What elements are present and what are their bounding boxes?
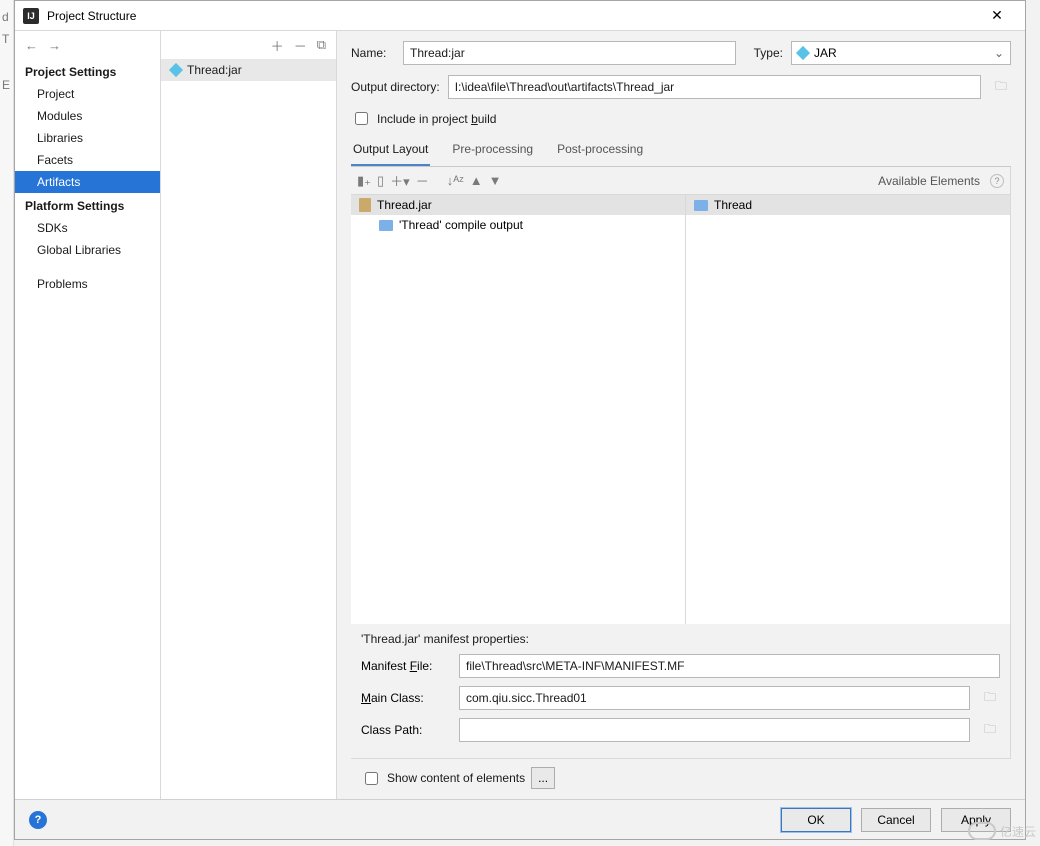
nav-item-sdks[interactable]: SDKs xyxy=(15,217,160,239)
cancel-button[interactable]: Cancel xyxy=(861,808,931,832)
chevron-down-icon: ⌄ xyxy=(994,46,1004,60)
manifest-title: 'Thread.jar' manifest properties: xyxy=(361,632,1000,646)
nav-section-platform: Platform Settings xyxy=(15,193,160,217)
nav-item-artifacts[interactable]: Artifacts xyxy=(15,171,160,193)
copy-icon[interactable]: ⧉ xyxy=(317,37,326,53)
type-value: JAR xyxy=(814,46,837,60)
new-folder-icon[interactable]: ▮₊ xyxy=(357,173,371,189)
ok-button[interactable]: OK xyxy=(781,808,851,832)
help-button[interactable]: ? xyxy=(29,811,47,829)
dialog-footer: ? OK Cancel Apply xyxy=(15,799,1025,839)
artifact-icon xyxy=(169,63,183,77)
back-icon[interactable]: ← xyxy=(25,38,38,53)
nav-sidebar: ← → Project Settings ProjectModulesLibra… xyxy=(15,31,161,799)
manifest-file-label: Manifest File: xyxy=(361,659,451,673)
nav-item-global-libraries[interactable]: Global Libraries xyxy=(15,239,160,261)
new-archive-icon[interactable]: ▯ xyxy=(377,173,384,189)
show-content-label: Show content of elements xyxy=(387,771,525,785)
type-label: Type: xyxy=(754,46,783,60)
module-icon xyxy=(694,200,708,211)
tree-root-label: Thread.jar xyxy=(377,198,432,212)
show-content-options-button[interactable]: ... xyxy=(531,767,555,789)
move-up-icon[interactable]: ▲ xyxy=(470,173,483,188)
tree-root[interactable]: Thread.jar xyxy=(351,195,685,215)
tab-pre-processing[interactable]: Pre-processing xyxy=(450,136,535,166)
include-label: Include in project build xyxy=(377,112,496,126)
artifact-list-panel: ＋ － ⧉ Thread:jar xyxy=(161,31,337,799)
editor-gutter: dTE xyxy=(0,0,14,846)
manifest-panel: 'Thread.jar' manifest properties: Manife… xyxy=(351,624,1010,758)
tab-post-processing[interactable]: Post-processing xyxy=(555,136,645,166)
window-title: Project Structure xyxy=(47,9,977,23)
class-path-label: Class Path: xyxy=(361,723,451,737)
outdir-input[interactable] xyxy=(448,75,981,99)
project-structure-dialog: IJ Project Structure ✕ ← → Project Setti… xyxy=(14,0,1026,840)
tab-output-layout[interactable]: Output Layout xyxy=(351,136,430,166)
move-down-icon[interactable]: ▼ xyxy=(489,173,502,188)
browse-path-icon[interactable]: 🗀 xyxy=(978,719,1000,741)
close-button[interactable]: ✕ xyxy=(977,7,1017,24)
type-select[interactable]: JAR ⌄ xyxy=(791,41,1011,65)
available-root-label: Thread xyxy=(714,198,752,212)
tabs: Output Layout Pre-processing Post-processi… xyxy=(351,136,1011,167)
class-path-input[interactable] xyxy=(459,718,970,742)
name-input[interactable] xyxy=(403,41,736,65)
available-root[interactable]: Thread xyxy=(686,195,1010,215)
artifact-item[interactable]: Thread:jar xyxy=(161,59,336,81)
name-label: Name: xyxy=(351,46,395,60)
browse-folder-icon[interactable]: 🗀 xyxy=(989,76,1011,98)
remove-item-icon[interactable]: － xyxy=(416,171,429,190)
jar-icon xyxy=(796,46,810,60)
add-copy-icon[interactable]: ＋▾ xyxy=(390,171,410,190)
main-panel: Name: Type: JAR ⌄ Output directory: 🗀 In… xyxy=(337,31,1025,799)
nav-item-facets[interactable]: Facets xyxy=(15,149,160,171)
forward-icon[interactable]: → xyxy=(48,38,61,53)
add-icon[interactable]: ＋ xyxy=(271,36,284,55)
manifest-file-input[interactable] xyxy=(459,654,1000,678)
output-layout-pane: ▮₊ ▯ ＋▾ － ↓ᴬᶻ ▲ ▼ Available Elements ? xyxy=(351,167,1011,758)
watermark: 亿速云 xyxy=(968,822,1036,840)
nav-item-libraries[interactable]: Libraries xyxy=(15,127,160,149)
main-class-label: Main Class: xyxy=(361,691,451,705)
sort-icon[interactable]: ↓ᴬᶻ xyxy=(447,173,464,188)
main-class-input[interactable] xyxy=(459,686,970,710)
tree-child-label: 'Thread' compile output xyxy=(399,218,523,232)
include-checkbox[interactable] xyxy=(355,112,368,125)
titlebar: IJ Project Structure ✕ xyxy=(15,1,1025,31)
remove-icon[interactable]: － xyxy=(294,36,307,55)
tree-child[interactable]: 'Thread' compile output xyxy=(351,215,685,235)
jar-file-icon xyxy=(359,198,371,212)
available-label: Available Elements xyxy=(878,174,980,188)
nav-item-modules[interactable]: Modules xyxy=(15,105,160,127)
app-icon: IJ xyxy=(23,8,39,24)
browse-class-icon[interactable]: 🗀 xyxy=(978,687,1000,709)
show-content-checkbox[interactable] xyxy=(365,772,378,785)
outdir-label: Output directory: xyxy=(351,80,440,94)
nav-section-project: Project Settings xyxy=(15,59,160,83)
artifact-label: Thread:jar xyxy=(187,63,242,77)
help-icon[interactable]: ? xyxy=(990,174,1004,188)
cloud-icon xyxy=(968,822,996,840)
nav-item-problems[interactable]: Problems xyxy=(15,273,160,295)
nav-item-project[interactable]: Project xyxy=(15,83,160,105)
module-output-icon xyxy=(379,220,393,231)
